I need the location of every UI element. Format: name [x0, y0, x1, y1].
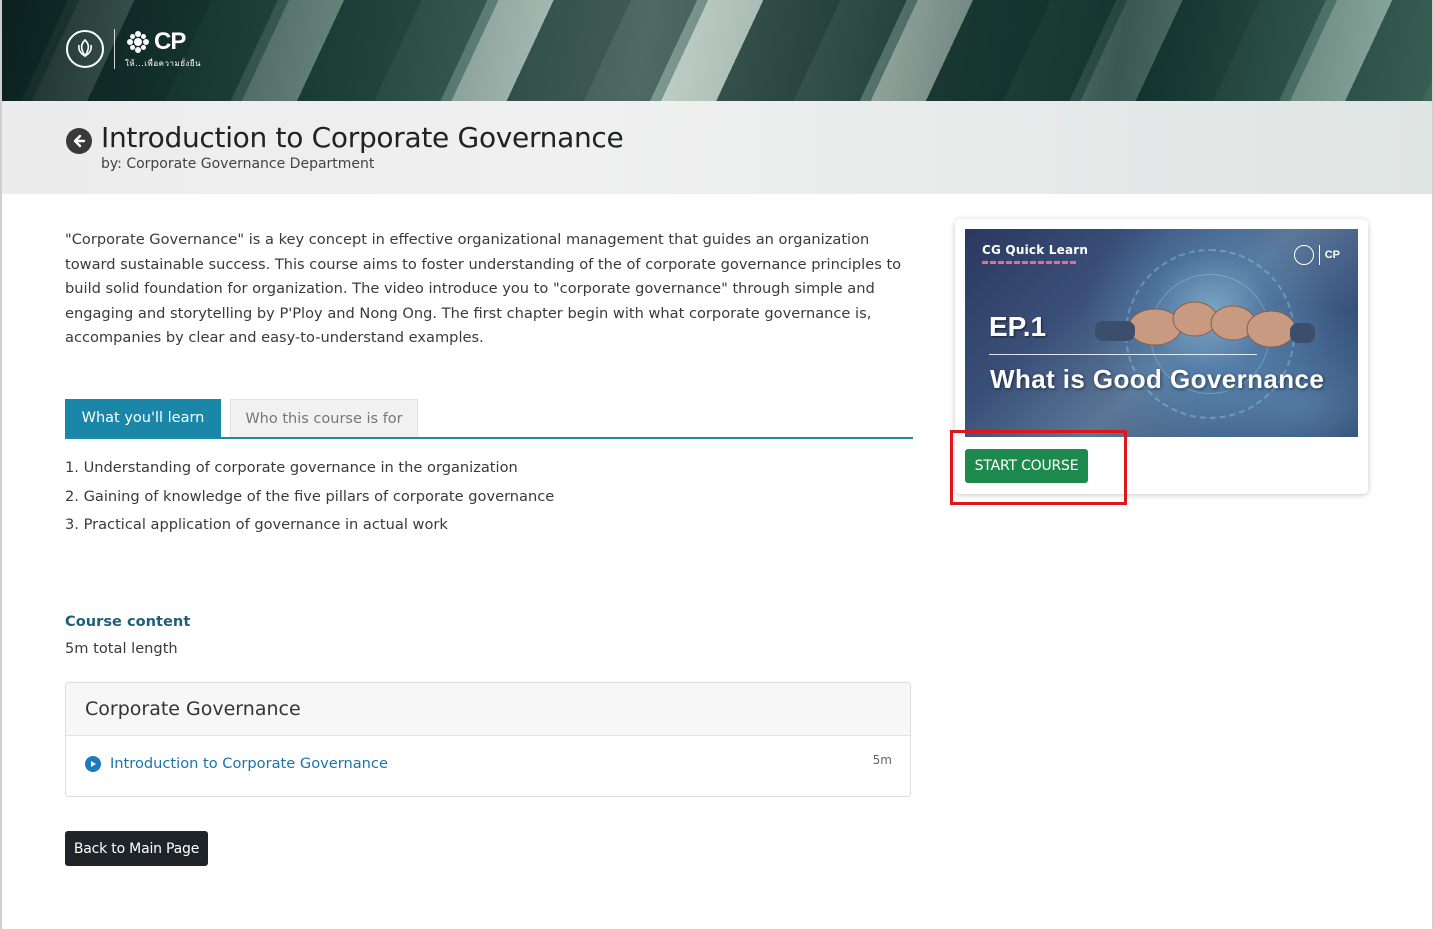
brand-logo[interactable]: CP ให้...เพื่อความยั่งยืน: [66, 28, 201, 70]
series-label: CG Quick Learn: [982, 243, 1089, 257]
course-title-bar: Introduction to Corporate Governance by:…: [2, 101, 1432, 194]
lecture-duration: 5m: [872, 753, 892, 767]
tab-what-youll-learn[interactable]: What you'll learn: [65, 399, 221, 437]
course-thumbnail[interactable]: CG Quick Learn CP EP.1 What is Good Gove…: [965, 229, 1358, 437]
list-item: 1. Understanding of corporate governance…: [65, 459, 518, 476]
course-card: CG Quick Learn CP EP.1 What is Good Gove…: [955, 219, 1368, 494]
course-total-length: 5m total length: [65, 640, 178, 657]
lecture-link[interactable]: Introduction to Corporate Governance: [110, 755, 388, 772]
by-label: by:: [101, 156, 122, 172]
learning-outcomes-list: 1. Understanding of corporate governance…: [65, 456, 554, 542]
play-icon[interactable]: [85, 756, 101, 772]
series-sublabel-decoration: [982, 261, 1077, 264]
course-byline: by: Corporate Governance Department: [101, 156, 374, 172]
cp-logo-tagline: ให้...เพื่อความยั่งยืน: [125, 59, 201, 68]
course-content-heading: Course content: [65, 613, 191, 630]
section-title[interactable]: Corporate Governance: [66, 683, 910, 736]
start-course-button[interactable]: START COURSE: [965, 449, 1088, 483]
list-item: 2. Gaining of knowledge of the five pill…: [65, 487, 555, 505]
thumbnail-logos: CP: [1293, 245, 1340, 265]
thumbnail-headline: What is Good Governance: [990, 364, 1325, 394]
lecture-row: Introduction to Corporate Governance 5m: [66, 736, 910, 796]
course-author: Corporate Governance Department: [126, 156, 375, 172]
course-tabs: What you'll learn Who this course is for: [65, 399, 913, 439]
sustainability-flower-icon: [127, 31, 149, 53]
header-banner: CP ให้...เพื่อความยั่งยืน: [2, 0, 1432, 101]
tab-who-this-course-is-for[interactable]: Who this course is for: [230, 399, 418, 437]
cp-logo-text: CP: [1324, 249, 1340, 261]
list-item: 3. Practical application of governance i…: [65, 516, 448, 533]
cp-logo-text: CP: [154, 28, 186, 55]
logo-divider: [1318, 245, 1320, 265]
logo-divider: [114, 29, 115, 69]
royal-seal-icon: [66, 30, 104, 68]
back-to-main-button[interactable]: Back to Main Page: [65, 831, 208, 866]
thumbnail-divider: [989, 354, 1257, 355]
fist-bump-illustration: [1095, 301, 1315, 348]
cp-logo: CP ให้...เพื่อความยั่งยืน: [125, 28, 201, 70]
back-arrow-icon[interactable]: [66, 128, 92, 154]
royal-seal-icon: [1293, 245, 1314, 265]
course-section: Corporate Governance Introduction to Cor…: [65, 682, 911, 797]
course-description: "Corporate Governance" is a key concept …: [65, 231, 902, 346]
page-title: Introduction to Corporate Governance: [101, 121, 624, 154]
episode-label: EP.1: [989, 311, 1047, 342]
